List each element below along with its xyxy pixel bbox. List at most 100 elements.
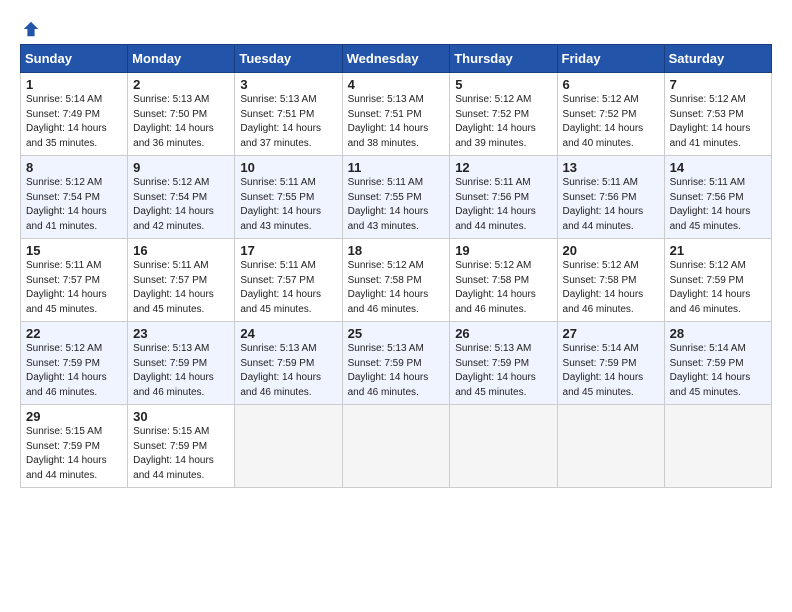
day-info: Sunrise: 5:13 AMSunset: 7:59 PMDaylight:… <box>348 342 445 400</box>
table-row: 24Sunrise: 5:13 AMSunset: 7:59 PMDayligh… <box>235 322 342 405</box>
day-info: Sunrise: 5:13 AMSunset: 7:59 PMDaylight:… <box>133 342 229 400</box>
day-info: Sunrise: 5:11 AMSunset: 7:56 PMDaylight:… <box>670 176 766 234</box>
day-info: Sunrise: 5:13 AMSunset: 7:51 PMDaylight:… <box>348 93 445 151</box>
table-row: 4Sunrise: 5:13 AMSunset: 7:51 PMDaylight… <box>342 73 450 156</box>
day-number: 21 <box>670 243 766 258</box>
day-number: 10 <box>240 160 336 175</box>
day-number: 22 <box>26 326 122 341</box>
header-wednesday: Wednesday <box>342 45 450 73</box>
table-row: 30Sunrise: 5:15 AMSunset: 7:59 PMDayligh… <box>128 405 235 488</box>
table-row <box>450 405 557 488</box>
day-number: 1 <box>26 77 122 92</box>
table-row: 13Sunrise: 5:11 AMSunset: 7:56 PMDayligh… <box>557 156 664 239</box>
day-info: Sunrise: 5:12 AMSunset: 7:53 PMDaylight:… <box>670 93 766 151</box>
day-info: Sunrise: 5:12 AMSunset: 7:54 PMDaylight:… <box>26 176 122 234</box>
table-row: 22Sunrise: 5:12 AMSunset: 7:59 PMDayligh… <box>21 322 128 405</box>
day-info: Sunrise: 5:11 AMSunset: 7:57 PMDaylight:… <box>26 259 122 317</box>
day-info: Sunrise: 5:13 AMSunset: 7:50 PMDaylight:… <box>133 93 229 151</box>
table-row: 9Sunrise: 5:12 AMSunset: 7:54 PMDaylight… <box>128 156 235 239</box>
day-info: Sunrise: 5:11 AMSunset: 7:55 PMDaylight:… <box>348 176 445 234</box>
table-row: 2Sunrise: 5:13 AMSunset: 7:50 PMDaylight… <box>128 73 235 156</box>
calendar-header-row: Sunday Monday Tuesday Wednesday Thursday… <box>21 45 772 73</box>
table-row: 25Sunrise: 5:13 AMSunset: 7:59 PMDayligh… <box>342 322 450 405</box>
calendar-week-row: 15Sunrise: 5:11 AMSunset: 7:57 PMDayligh… <box>21 239 772 322</box>
table-row: 7Sunrise: 5:12 AMSunset: 7:53 PMDaylight… <box>664 73 771 156</box>
table-row: 11Sunrise: 5:11 AMSunset: 7:55 PMDayligh… <box>342 156 450 239</box>
day-info: Sunrise: 5:11 AMSunset: 7:55 PMDaylight:… <box>240 176 336 234</box>
day-number: 30 <box>133 409 229 424</box>
table-row <box>235 405 342 488</box>
day-number: 25 <box>348 326 445 341</box>
calendar-week-row: 8Sunrise: 5:12 AMSunset: 7:54 PMDaylight… <box>21 156 772 239</box>
table-row: 21Sunrise: 5:12 AMSunset: 7:59 PMDayligh… <box>664 239 771 322</box>
day-info: Sunrise: 5:11 AMSunset: 7:56 PMDaylight:… <box>455 176 551 234</box>
table-row: 15Sunrise: 5:11 AMSunset: 7:57 PMDayligh… <box>21 239 128 322</box>
table-row: 28Sunrise: 5:14 AMSunset: 7:59 PMDayligh… <box>664 322 771 405</box>
logo <box>20 20 40 38</box>
table-row: 16Sunrise: 5:11 AMSunset: 7:57 PMDayligh… <box>128 239 235 322</box>
calendar-week-row: 22Sunrise: 5:12 AMSunset: 7:59 PMDayligh… <box>21 322 772 405</box>
day-number: 24 <box>240 326 336 341</box>
day-number: 5 <box>455 77 551 92</box>
day-info: Sunrise: 5:12 AMSunset: 7:58 PMDaylight:… <box>348 259 445 317</box>
day-number: 4 <box>348 77 445 92</box>
day-number: 29 <box>26 409 122 424</box>
day-info: Sunrise: 5:12 AMSunset: 7:54 PMDaylight:… <box>133 176 229 234</box>
table-row: 6Sunrise: 5:12 AMSunset: 7:52 PMDaylight… <box>557 73 664 156</box>
table-row: 18Sunrise: 5:12 AMSunset: 7:58 PMDayligh… <box>342 239 450 322</box>
day-info: Sunrise: 5:12 AMSunset: 7:58 PMDaylight:… <box>563 259 659 317</box>
day-number: 16 <box>133 243 229 258</box>
day-number: 26 <box>455 326 551 341</box>
day-number: 15 <box>26 243 122 258</box>
day-number: 17 <box>240 243 336 258</box>
header-sunday: Sunday <box>21 45 128 73</box>
header-monday: Monday <box>128 45 235 73</box>
day-info: Sunrise: 5:14 AMSunset: 7:59 PMDaylight:… <box>670 342 766 400</box>
calendar-week-row: 29Sunrise: 5:15 AMSunset: 7:59 PMDayligh… <box>21 405 772 488</box>
table-row: 14Sunrise: 5:11 AMSunset: 7:56 PMDayligh… <box>664 156 771 239</box>
day-number: 18 <box>348 243 445 258</box>
header-friday: Friday <box>557 45 664 73</box>
day-number: 9 <box>133 160 229 175</box>
header-tuesday: Tuesday <box>235 45 342 73</box>
table-row: 3Sunrise: 5:13 AMSunset: 7:51 PMDaylight… <box>235 73 342 156</box>
day-number: 6 <box>563 77 659 92</box>
day-number: 2 <box>133 77 229 92</box>
day-info: Sunrise: 5:15 AMSunset: 7:59 PMDaylight:… <box>133 425 229 483</box>
day-number: 13 <box>563 160 659 175</box>
header-thursday: Thursday <box>450 45 557 73</box>
table-row: 27Sunrise: 5:14 AMSunset: 7:59 PMDayligh… <box>557 322 664 405</box>
day-info: Sunrise: 5:13 AMSunset: 7:51 PMDaylight:… <box>240 93 336 151</box>
table-row: 8Sunrise: 5:12 AMSunset: 7:54 PMDaylight… <box>21 156 128 239</box>
table-row <box>342 405 450 488</box>
day-info: Sunrise: 5:13 AMSunset: 7:59 PMDaylight:… <box>455 342 551 400</box>
header-saturday: Saturday <box>664 45 771 73</box>
day-info: Sunrise: 5:11 AMSunset: 7:57 PMDaylight:… <box>133 259 229 317</box>
day-number: 23 <box>133 326 229 341</box>
day-number: 14 <box>670 160 766 175</box>
table-row: 1Sunrise: 5:14 AMSunset: 7:49 PMDaylight… <box>21 73 128 156</box>
day-number: 3 <box>240 77 336 92</box>
calendar-table: Sunday Monday Tuesday Wednesday Thursday… <box>20 44 772 488</box>
table-row <box>664 405 771 488</box>
day-info: Sunrise: 5:15 AMSunset: 7:59 PMDaylight:… <box>26 425 122 483</box>
day-info: Sunrise: 5:12 AMSunset: 7:59 PMDaylight:… <box>670 259 766 317</box>
day-info: Sunrise: 5:11 AMSunset: 7:56 PMDaylight:… <box>563 176 659 234</box>
day-number: 28 <box>670 326 766 341</box>
table-row: 10Sunrise: 5:11 AMSunset: 7:55 PMDayligh… <box>235 156 342 239</box>
table-row: 23Sunrise: 5:13 AMSunset: 7:59 PMDayligh… <box>128 322 235 405</box>
table-row: 17Sunrise: 5:11 AMSunset: 7:57 PMDayligh… <box>235 239 342 322</box>
day-number: 19 <box>455 243 551 258</box>
table-row: 26Sunrise: 5:13 AMSunset: 7:59 PMDayligh… <box>450 322 557 405</box>
calendar-week-row: 1Sunrise: 5:14 AMSunset: 7:49 PMDaylight… <box>21 73 772 156</box>
day-info: Sunrise: 5:13 AMSunset: 7:59 PMDaylight:… <box>240 342 336 400</box>
table-row: 12Sunrise: 5:11 AMSunset: 7:56 PMDayligh… <box>450 156 557 239</box>
day-number: 27 <box>563 326 659 341</box>
day-info: Sunrise: 5:12 AMSunset: 7:52 PMDaylight:… <box>455 93 551 151</box>
day-number: 11 <box>348 160 445 175</box>
table-row: 5Sunrise: 5:12 AMSunset: 7:52 PMDaylight… <box>450 73 557 156</box>
day-info: Sunrise: 5:12 AMSunset: 7:58 PMDaylight:… <box>455 259 551 317</box>
table-row: 20Sunrise: 5:12 AMSunset: 7:58 PMDayligh… <box>557 239 664 322</box>
day-number: 7 <box>670 77 766 92</box>
day-number: 8 <box>26 160 122 175</box>
